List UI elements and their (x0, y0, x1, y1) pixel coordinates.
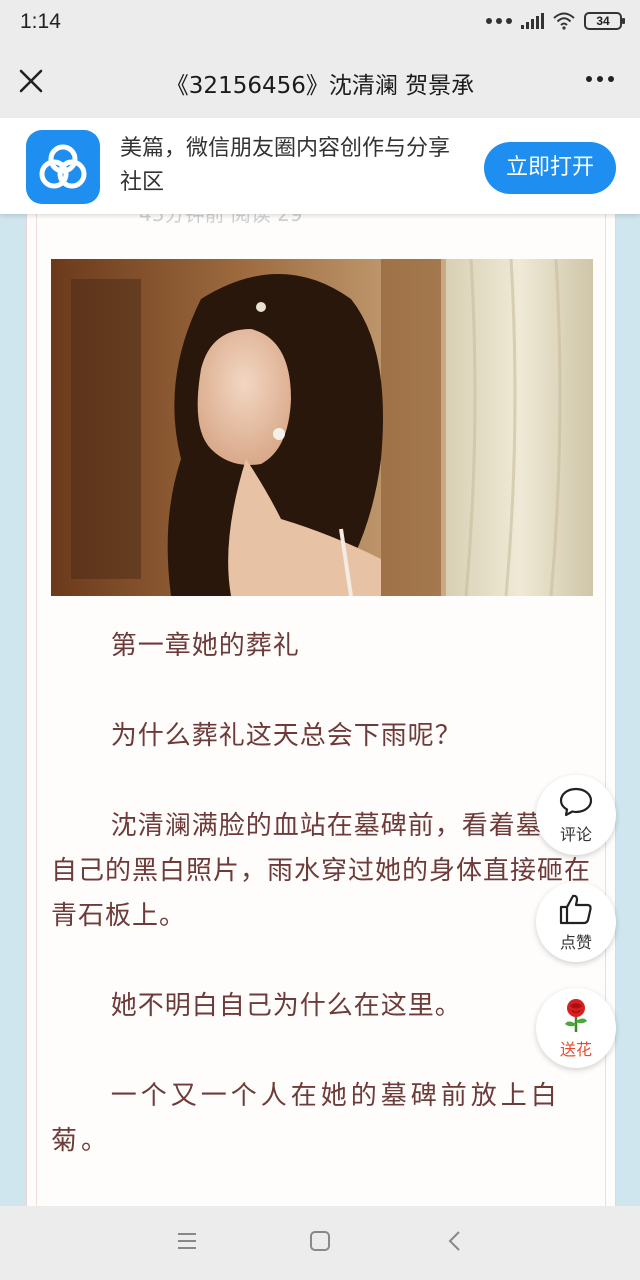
article-paragraph: 一个又一个人在她的墓碑前放上白菊。 (51, 1081, 561, 1156)
status-icons: 34 (486, 12, 625, 30)
app-banner[interactable]: 美篇，微信朋友圈内容创作与分享社区 立即打开 (0, 118, 640, 214)
notification-dots-icon (486, 18, 512, 24)
article-paragraph: 沈清澜满脸的血站在墓碑前，看着墓面自己的黑白照片，雨水穿过她的身体直接砸在青石板… (51, 811, 592, 931)
like-button[interactable]: 点赞 (536, 882, 616, 962)
open-app-button[interactable]: 立即打开 (484, 142, 616, 194)
send-flower-label: 送花 (559, 1039, 592, 1059)
thumbs-up-icon (559, 894, 592, 924)
close-icon[interactable] (16, 66, 46, 96)
signal-icon (521, 13, 544, 29)
wifi-icon (553, 12, 575, 30)
status-time: 1:14 (20, 10, 61, 33)
app-logo-icon (26, 130, 100, 204)
menu-icon[interactable] (176, 1230, 198, 1252)
system-nav-bar (0, 1206, 640, 1280)
page-title: 《32156456》沈清澜 贺景承 (165, 73, 475, 99)
rose-icon (565, 998, 587, 1032)
nav-bar: 《32156456》沈清澜 贺景承 (0, 46, 640, 118)
app-description: 美篇，微信朋友圈内容创作与分享社区 (120, 136, 451, 195)
article-card: 43分钟前 阅读 29 第一章她的葬礼 为什么葬礼这天总会下雨呢？ 沈清澜满脸的… (26, 196, 616, 1206)
chapter-title: 第一章她的葬礼 (110, 631, 300, 661)
status-bar: 1:14 34 (0, 0, 640, 46)
battery-icon: 34 (584, 12, 625, 30)
cover-image[interactable] (51, 259, 593, 596)
article-paragraph: 她不明白自己为什么在这里。 (110, 991, 462, 1021)
cover-photo (51, 259, 593, 596)
article-paragraph: 为什么葬礼这天总会下雨呢？ (110, 721, 462, 751)
like-label: 点赞 (559, 932, 592, 952)
send-flower-button[interactable]: 送花 (536, 988, 616, 1068)
back-icon[interactable] (444, 1230, 466, 1252)
comment-label: 评论 (559, 824, 592, 844)
more-icon[interactable] (586, 76, 614, 82)
comment-icon (559, 787, 593, 816)
article-body: 第一章她的葬礼 为什么葬礼这天总会下雨呢？ 沈清澜满脸的血站在墓碑前，看着墓面自… (51, 624, 593, 1209)
comment-button[interactable]: 评论 (536, 775, 616, 855)
home-icon[interactable] (309, 1230, 331, 1252)
